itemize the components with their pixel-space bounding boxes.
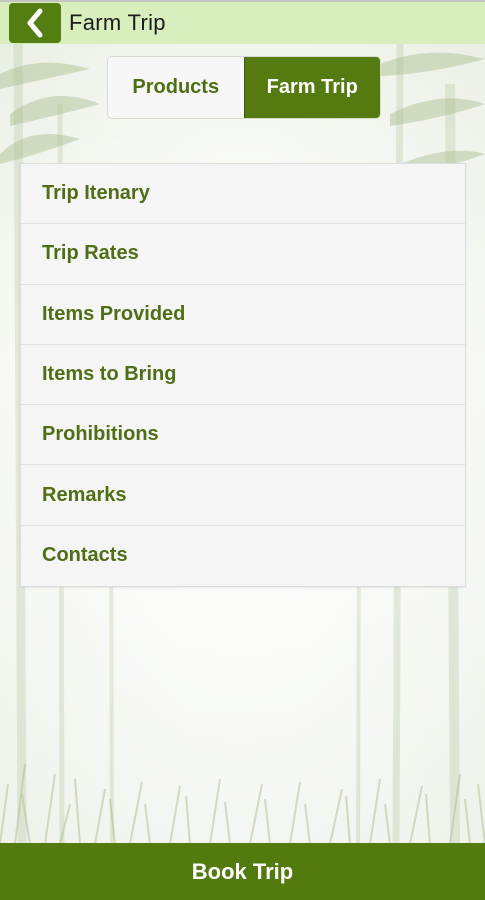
menu-item-contacts[interactable]: Contacts bbox=[21, 525, 465, 587]
page-title: Farm Trip bbox=[69, 10, 166, 35]
menu-item-items-to-bring[interactable]: Items to Bring bbox=[21, 344, 465, 406]
tab-switcher: Products Farm Trip bbox=[108, 57, 380, 118]
chevron-left-icon bbox=[27, 8, 43, 38]
app-header: Farm Trip bbox=[0, 0, 485, 44]
farm-trip-menu: Trip Itenary Trip Rates Items Provided I… bbox=[20, 163, 466, 588]
tab-farm-trip[interactable]: Farm Trip bbox=[243, 57, 380, 118]
menu-item-items-provided[interactable]: Items Provided bbox=[21, 284, 465, 345]
menu-item-prohibitions[interactable]: Prohibitions bbox=[21, 405, 465, 466]
menu-item-trip-rates[interactable]: Trip Rates bbox=[21, 224, 465, 285]
book-trip-button[interactable]: Book Trip bbox=[0, 843, 485, 900]
back-button[interactable] bbox=[9, 3, 61, 43]
tab-products[interactable]: Products bbox=[108, 57, 244, 118]
menu-item-remarks[interactable]: Remarks bbox=[21, 465, 465, 526]
menu-item-trip-itenary[interactable]: Trip Itenary bbox=[21, 164, 465, 225]
